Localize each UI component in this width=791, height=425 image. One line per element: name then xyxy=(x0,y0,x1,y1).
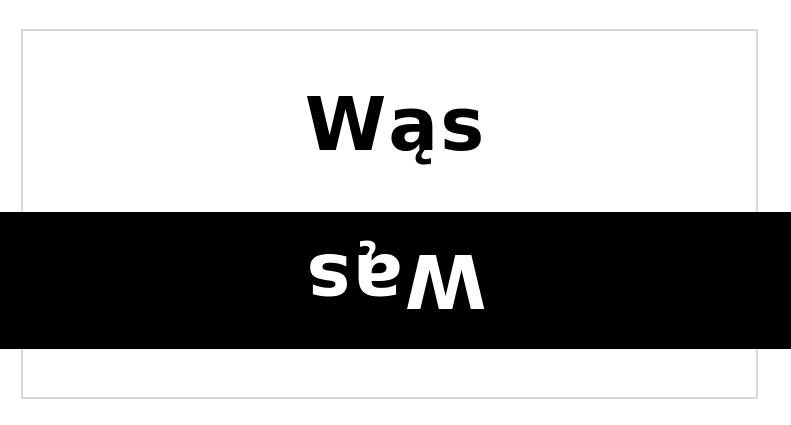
sample-word-flipped: Wąs xyxy=(304,237,487,323)
inverted-band: Wąs xyxy=(0,212,791,349)
sample-word-upright: Wąs xyxy=(304,82,487,168)
